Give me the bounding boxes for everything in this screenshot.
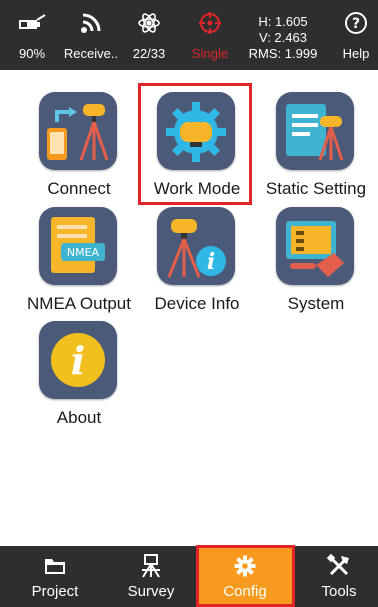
app-static-setting[interactable]: Static Setting [256,92,376,202]
app-device-info[interactable]: i Device Info [137,207,257,317]
bottom-navigation: Project Survey Config Tools [0,546,378,607]
help-icon: ? [334,8,378,38]
svg-text:i: i [71,338,85,383]
gear-icon [198,554,292,578]
about-icon: i [39,321,117,399]
system-icon [276,207,354,285]
nmea-output-icon: NMEA [39,207,117,285]
app-nmea-output[interactable]: NMEA NMEA Output [19,207,139,317]
nav-label: Survey [127,583,175,600]
precision-readout: H: 1.605 V: 2.463 RMS: 1.999 [248,14,318,62]
nav-survey[interactable]: Survey [104,546,198,607]
battery-status[interactable]: 90% [2,0,62,70]
static-setting-icon [276,92,354,170]
solution-status[interactable]: Single [182,0,238,70]
app-about[interactable]: i About [19,321,139,431]
device-info-icon: i [157,207,235,285]
status-bar: 90% Receive.. 22/33 Single H: 1.605 V: 2… [0,0,378,70]
solution-label: Single [191,46,229,61]
atom-icon [124,8,174,38]
app-system[interactable]: System [256,207,376,317]
app-label: System [287,294,345,313]
crosshair-icon [182,8,238,38]
svg-text:i: i [207,249,215,275]
satellite-status[interactable]: 22/33 [124,0,174,70]
receiver-battery-icon [2,8,62,38]
app-work-mode[interactable]: Work Mode [137,92,257,202]
v-value: V: 2.463 [259,30,307,45]
nav-project[interactable]: Project [8,546,102,607]
nav-config[interactable]: Config [198,546,292,607]
folder-icon [8,554,102,578]
app-label: About [56,408,102,427]
nmea-badge: NMEA [67,246,100,259]
help-label: Help [342,46,370,61]
signal-label: Receive.. [63,46,119,61]
tools-icon [292,554,378,578]
app-label: Static Setting [265,179,367,198]
satellite-count: 22/33 [132,46,166,61]
nav-label: Project [31,583,79,600]
work-mode-icon [157,92,235,170]
nav-label: Tools [321,583,357,600]
rms-value: RMS: 1.999 [248,46,318,61]
app-connect[interactable]: Connect [19,92,139,202]
h-value: H: 1.605 [258,14,308,29]
nav-tools[interactable]: Tools [292,546,378,607]
signal-icon [58,8,124,38]
svg-text:?: ? [352,16,360,32]
signal-status[interactable]: Receive.. [58,0,124,70]
battery-percent: 90% [18,46,46,61]
nav-label: Config [223,583,267,600]
help-button[interactable]: ? Help [334,0,378,70]
survey-icon [104,554,198,578]
connect-icon [39,92,117,170]
